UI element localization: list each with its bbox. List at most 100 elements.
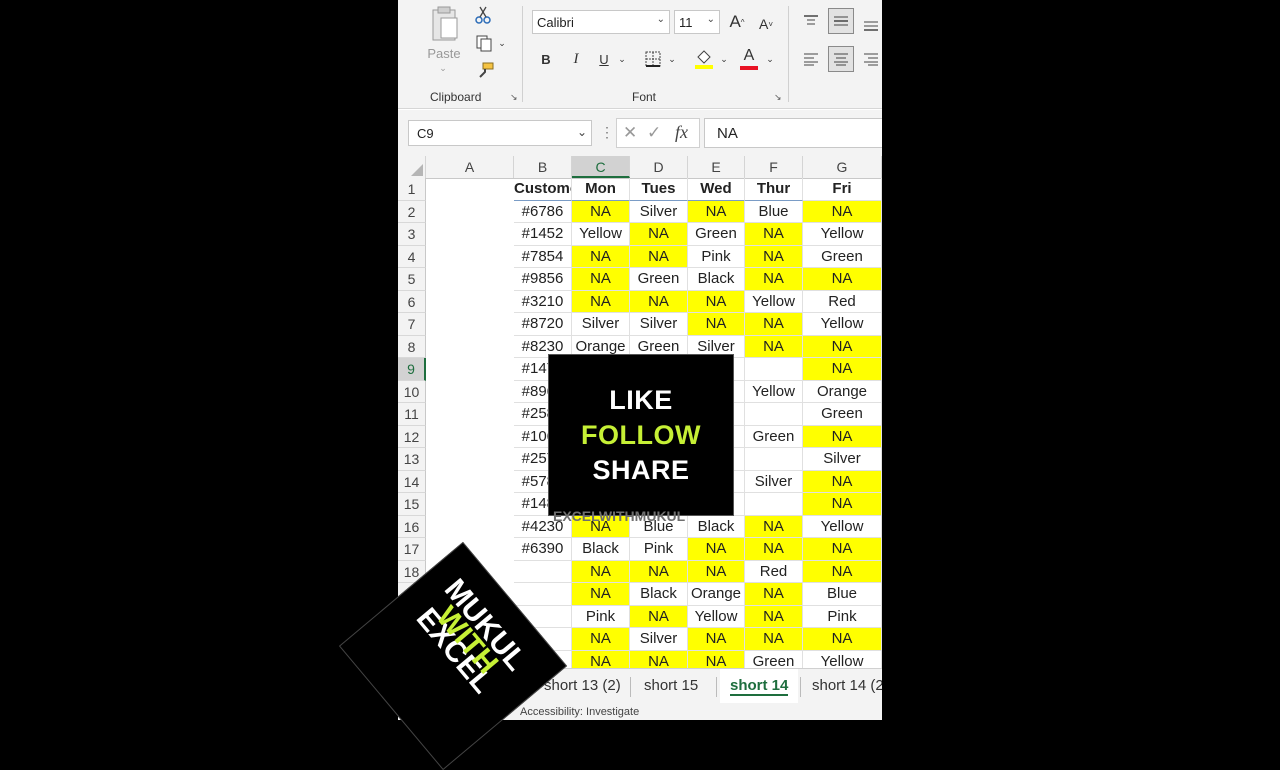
grid-cell[interactable]	[745, 403, 803, 426]
grid-cell[interactable]: Red	[803, 290, 882, 313]
row-header[interactable]: 7	[398, 313, 426, 336]
grid-cell[interactable]: Blue	[803, 583, 882, 606]
grid-cell[interactable]: NA	[572, 290, 630, 313]
align-center-icon[interactable]	[828, 46, 854, 72]
grid-cell[interactable]: Black	[688, 515, 745, 538]
column-header-e[interactable]: E	[688, 156, 745, 178]
grid-cell[interactable]: Silver	[630, 628, 688, 651]
grid-cell[interactable]: NA	[745, 515, 803, 538]
grid-cell[interactable]: Black	[630, 583, 688, 606]
grid-cell[interactable]: Orange	[688, 583, 745, 606]
grid-cell[interactable]: Customer ID	[514, 178, 572, 201]
align-right-icon[interactable]	[860, 48, 882, 70]
copy-icon[interactable]	[472, 32, 496, 54]
grid-cell[interactable]: NA	[803, 268, 882, 291]
grid-cell[interactable]: NA	[745, 223, 803, 246]
grid-cell[interactable]: #6390	[514, 538, 572, 561]
grid-cell[interactable]: Yellow	[688, 605, 745, 628]
enter-icon[interactable]: ✓	[647, 123, 661, 143]
clipboard-launcher-icon[interactable]: ↘	[510, 92, 518, 103]
grid-cell[interactable]: NA	[630, 560, 688, 583]
grid-cell[interactable]: #7854	[514, 245, 572, 268]
row-header[interactable]: 17	[398, 538, 426, 561]
row-header[interactable]: 14	[398, 470, 426, 493]
grid-cell[interactable]	[514, 560, 572, 583]
grid-cell[interactable]: NA	[803, 200, 882, 223]
grid-cell[interactable]: Silver	[630, 200, 688, 223]
row-header[interactable]: 4	[398, 245, 426, 268]
font-color-button[interactable]: A	[738, 46, 760, 72]
grid-cell[interactable]: Pink	[630, 538, 688, 561]
cancel-icon[interactable]: ✕	[623, 123, 637, 143]
align-left-icon[interactable]	[800, 48, 822, 70]
grid-cell[interactable]: NA	[745, 538, 803, 561]
grid-cell[interactable]: Green	[688, 223, 745, 246]
tab-short-14-2[interactable]: short 14 (2	[812, 669, 882, 703]
row-header[interactable]: 16	[398, 515, 426, 538]
row-header[interactable]: 13	[398, 448, 426, 471]
bold-button[interactable]: B	[536, 48, 556, 70]
grid-cell[interactable]: NA	[572, 560, 630, 583]
row-header[interactable]: 12	[398, 425, 426, 448]
grid-cell[interactable]: #3210	[514, 290, 572, 313]
font-color-dropdown-icon[interactable]: ⌄	[764, 50, 776, 68]
fill-color-dropdown-icon[interactable]: ⌄	[718, 50, 730, 68]
grid-cell[interactable]: Green	[803, 403, 882, 426]
grid-cell[interactable]: Yellow	[572, 223, 630, 246]
grid-cell[interactable]: NA	[572, 268, 630, 291]
grid-cell[interactable]: NA	[688, 290, 745, 313]
row-header[interactable]: 10	[398, 380, 426, 403]
grid-cell[interactable]: NA	[803, 560, 882, 583]
grid-cell[interactable]: NA	[688, 313, 745, 336]
grid-cell[interactable]: NA	[572, 583, 630, 606]
column-header-a[interactable]: A	[426, 156, 514, 178]
grid-cell[interactable]: Pink	[803, 605, 882, 628]
grid-cell[interactable]: Red	[745, 560, 803, 583]
top-align-icon[interactable]	[800, 10, 822, 32]
grid-cell[interactable]: Green	[745, 425, 803, 448]
grid-cell[interactable]: NA	[745, 245, 803, 268]
grid-cell[interactable]: Green	[803, 245, 882, 268]
underline-button[interactable]: U	[594, 48, 614, 70]
grid-cell[interactable]: NA	[745, 583, 803, 606]
font-launcher-icon[interactable]: ↘	[774, 92, 782, 103]
grid-cell[interactable]: NA	[572, 245, 630, 268]
row-header[interactable]: 5	[398, 268, 426, 291]
grid-cell[interactable]: Silver	[572, 313, 630, 336]
bottom-align-icon[interactable]	[860, 14, 882, 36]
grid-cell[interactable]: Yellow	[745, 290, 803, 313]
column-header-g[interactable]: G	[803, 156, 882, 178]
grid-cell[interactable]	[745, 448, 803, 471]
grid-cell[interactable]: Black	[688, 268, 745, 291]
grid-cell[interactable]	[803, 178, 882, 201]
grid-cell[interactable]: Yellow	[745, 380, 803, 403]
column-header-d[interactable]: D	[630, 156, 688, 178]
middle-align-icon[interactable]	[828, 8, 854, 34]
grid-cell[interactable]	[745, 358, 803, 381]
insert-function-icon[interactable]: fx	[675, 122, 688, 143]
italic-button[interactable]: I	[566, 48, 586, 70]
row-header[interactable]: 11	[398, 403, 426, 426]
row-header[interactable]: 1	[398, 178, 426, 201]
row-header[interactable]: 3	[398, 223, 426, 246]
grid-cell[interactable]: NA	[803, 470, 882, 493]
grid-cell[interactable]: NA	[572, 200, 630, 223]
font-size-select[interactable]: 11 ⌄	[674, 10, 720, 34]
accessibility-status[interactable]: Accessibility: Investigate	[520, 706, 639, 718]
grid-cell[interactable]: NA	[745, 628, 803, 651]
row-header[interactable]: 9	[398, 358, 426, 381]
grid-cell[interactable]: NA	[630, 290, 688, 313]
grid-cell[interactable]: NA	[630, 605, 688, 628]
grid-cell[interactable]: Yellow	[803, 313, 882, 336]
paste-dropdown-icon[interactable]: ⌄	[436, 62, 450, 74]
column-header-f[interactable]: F	[745, 156, 803, 178]
grid-cell[interactable]	[514, 583, 572, 606]
grid-cell[interactable]: NA	[745, 605, 803, 628]
row-header[interactable]: 15	[398, 493, 426, 516]
grid-cell[interactable]: Blue	[745, 200, 803, 223]
grid-cell[interactable]: Tues	[630, 178, 688, 201]
grid-cell[interactable]: Pink	[572, 605, 630, 628]
select-all-button[interactable]	[398, 156, 426, 178]
grid-cell[interactable]: Wed	[688, 178, 745, 201]
grid-cell[interactable]	[745, 493, 803, 516]
